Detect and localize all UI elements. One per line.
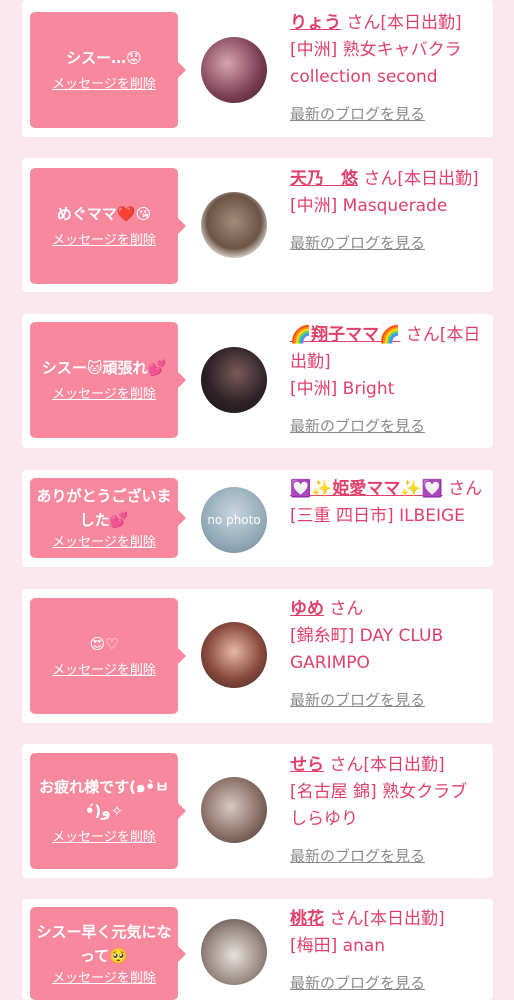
avatar[interactable] <box>201 777 267 843</box>
message-bubble: ありがとうございました💕 メッセージを削除 <box>30 478 186 558</box>
profile-info: 💟✨姫愛ママ✨💟 さん [三重 四日市] ILBEIGE <box>290 476 484 530</box>
message-bubble: シスー🐱頑張れ💕 メッセージを削除 <box>30 322 186 438</box>
shop-name: [中洲] Bright <box>290 379 395 399</box>
message-list: シスー…😟 メッセージを削除 りょう さん[本日出勤] [中洲] 熟女キャバクラ… <box>0 0 514 1000</box>
message-card: ありがとうございました💕 メッセージを削除 no photo 💟✨姫愛ママ✨💟 … <box>22 470 493 567</box>
delete-message-link[interactable]: メッセージを削除 <box>52 76 156 94</box>
message-text: 😍♡ <box>89 635 119 653</box>
profile-info: 🌈翔子ママ🌈 さん[本日出勤] [中洲] Bright 最新のブログを見る <box>290 322 484 440</box>
delete-message-link[interactable]: メッセージを削除 <box>52 534 156 552</box>
shop-name: [中洲] 熟女キャバクラ collection second <box>290 40 462 87</box>
profile-name-link[interactable]: 桃花 <box>290 909 324 929</box>
avatar[interactable] <box>201 192 267 258</box>
shop-name: [中洲] Masquerade <box>290 196 448 216</box>
profile-info: 桃花 さん[本日出勤] [梅田] anan 最新のブログを見る <box>290 906 484 997</box>
message-card: シスー🐱頑張れ💕 メッセージを削除 🌈翔子ママ🌈 さん[本日出勤] [中洲] B… <box>22 314 493 448</box>
profile-info: りょう さん[本日出勤] [中洲] 熟女キャバクラ collection sec… <box>290 10 484 128</box>
shop-name: [梅田] anan <box>290 936 386 956</box>
profile-info: ゆめ さん [錦糸町] DAY CLUB GARIMPO 最新のブログを見る <box>290 596 484 714</box>
latest-blog-link[interactable]: 最新のブログを見る <box>290 687 484 714</box>
message-text: シスー🐱頑張れ💕 <box>41 359 167 377</box>
avatar[interactable] <box>201 37 267 103</box>
delete-message-link[interactable]: メッセージを削除 <box>52 970 156 988</box>
delete-message-link[interactable]: メッセージを削除 <box>52 386 156 404</box>
avatar[interactable] <box>201 919 267 985</box>
profile-name-link[interactable]: ゆめ <box>290 599 324 619</box>
message-bubble: お疲れ様です(๑•̀ㅂ•́)و✧ メッセージを削除 <box>30 753 186 869</box>
profile-name-link[interactable]: 🌈翔子ママ🌈 <box>290 325 400 345</box>
message-text: シスー早く元気になって🥺 <box>36 922 172 965</box>
message-bubble: めぐママ❤️😘 メッセージを削除 <box>30 168 186 284</box>
avatar[interactable]: no photo <box>201 487 267 553</box>
latest-blog-link[interactable]: 最新のブログを見る <box>290 970 484 997</box>
profile-status: さん <box>324 599 364 619</box>
latest-blog-link[interactable]: 最新のブログを見る <box>290 230 484 257</box>
message-card: お疲れ様です(๑•̀ㅂ•́)و✧ メッセージを削除 せら さん[本日出勤] [名… <box>22 744 493 878</box>
shop-name: [名古屋 錦] 熟女クラブ しらゆり <box>290 782 468 829</box>
latest-blog-link[interactable]: 最新のブログを見る <box>290 843 484 870</box>
delete-message-link[interactable]: メッセージを削除 <box>52 829 156 847</box>
message-card: シスー…😟 メッセージを削除 りょう さん[本日出勤] [中洲] 熟女キャバクラ… <box>22 0 493 137</box>
profile-status: さん[本日出勤] <box>324 755 445 775</box>
latest-blog-link[interactable]: 最新のブログを見る <box>290 101 484 128</box>
message-text: ありがとうございました💕 <box>36 487 172 529</box>
message-bubble: 😍♡ メッセージを削除 <box>30 598 186 714</box>
profile-status: さん[本日出勤] <box>324 909 445 929</box>
delete-message-link[interactable]: メッセージを削除 <box>52 662 156 680</box>
delete-message-link[interactable]: メッセージを削除 <box>52 232 156 250</box>
message-card: めぐママ❤️😘 メッセージを削除 天乃 悠 さん[本日出勤] [中洲] Masq… <box>22 158 493 292</box>
profile-status: さん[本日出勤] <box>358 169 479 189</box>
profile-status: さん <box>442 479 483 499</box>
message-text: シスー…😟 <box>66 49 142 67</box>
message-card: 😍♡ メッセージを削除 ゆめ さん [錦糸町] DAY CLUB GARIMPO… <box>22 589 493 723</box>
avatar[interactable] <box>201 622 267 688</box>
message-bubble: シスー…😟 メッセージを削除 <box>30 12 186 128</box>
avatar[interactable] <box>201 347 267 413</box>
message-text: めぐママ❤️😘 <box>56 205 152 223</box>
message-card: シスー早く元気になって🥺 メッセージを削除 桃花 さん[本日出勤] [梅田] a… <box>22 899 493 1000</box>
message-text: お疲れ様です(๑•̀ㅂ•́)و✧ <box>39 778 169 820</box>
profile-info: せら さん[本日出勤] [名古屋 錦] 熟女クラブ しらゆり 最新のブログを見る <box>290 752 484 870</box>
profile-name-link[interactable]: せら <box>290 755 324 775</box>
profile-status: さん[本日出勤] <box>341 13 462 33</box>
no-photo-label: no photo <box>207 513 261 527</box>
shop-name: [錦糸町] DAY CLUB GARIMPO <box>290 626 444 673</box>
shop-name: [三重 四日市] ILBEIGE <box>290 506 465 526</box>
profile-info: 天乃 悠 さん[本日出勤] [中洲] Masquerade 最新のブログを見る <box>290 166 484 257</box>
latest-blog-link[interactable]: 最新のブログを見る <box>290 413 484 440</box>
profile-name-link[interactable]: 💟✨姫愛ママ✨💟 <box>290 479 443 499</box>
profile-name-link[interactable]: りょう <box>290 13 341 33</box>
profile-name-link[interactable]: 天乃 悠 <box>290 169 358 189</box>
message-bubble: シスー早く元気になって🥺 メッセージを削除 <box>30 907 186 1000</box>
